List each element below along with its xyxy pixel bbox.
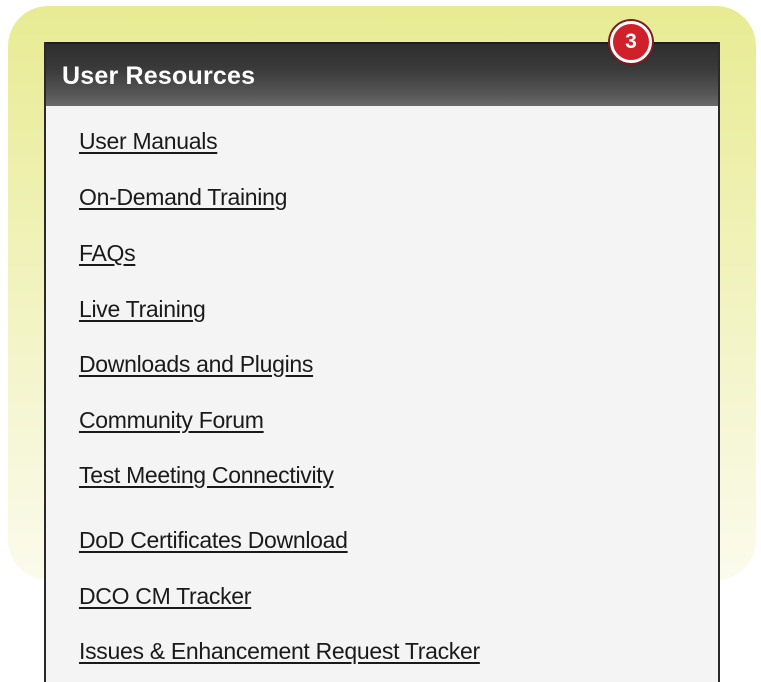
list-item: Test Meeting Connectivity (79, 462, 334, 489)
dco-cm-tracker-link[interactable]: DCO CM Tracker (79, 583, 251, 609)
user-manuals-link[interactable]: User Manuals (79, 128, 218, 154)
community-forum-link[interactable]: Community Forum (79, 407, 264, 433)
list-item: DoD Certificates Download (79, 527, 348, 554)
downloads-and-plugins-link[interactable]: Downloads and Plugins (79, 351, 313, 377)
resource-links-list: User Manuals On-Demand Training FAQs Liv… (46, 42, 718, 682)
test-meeting-connectivity-link[interactable]: Test Meeting Connectivity (79, 462, 334, 488)
faqs-link[interactable]: FAQs (79, 240, 136, 266)
list-item: Issues & Enhancement Request Tracker (79, 638, 480, 665)
list-item: DCO CM Tracker (79, 583, 251, 610)
list-item: On-Demand Training (79, 184, 287, 211)
list-item: FAQs (79, 240, 136, 267)
issues-enhancement-request-tracker-link[interactable]: Issues & Enhancement Request Tracker (79, 638, 480, 664)
list-item: Downloads and Plugins (79, 351, 313, 378)
step-number-badge: 3 (610, 21, 652, 63)
user-resources-panel: User Resources User Manuals On-Demand Tr… (44, 42, 720, 682)
list-item: Community Forum (79, 407, 264, 434)
list-item: User Manuals (79, 128, 218, 155)
list-item: Live Training (79, 296, 206, 323)
dod-certificates-download-link[interactable]: DoD Certificates Download (79, 527, 348, 553)
live-training-link[interactable]: Live Training (79, 296, 206, 322)
on-demand-training-link[interactable]: On-Demand Training (79, 184, 287, 210)
